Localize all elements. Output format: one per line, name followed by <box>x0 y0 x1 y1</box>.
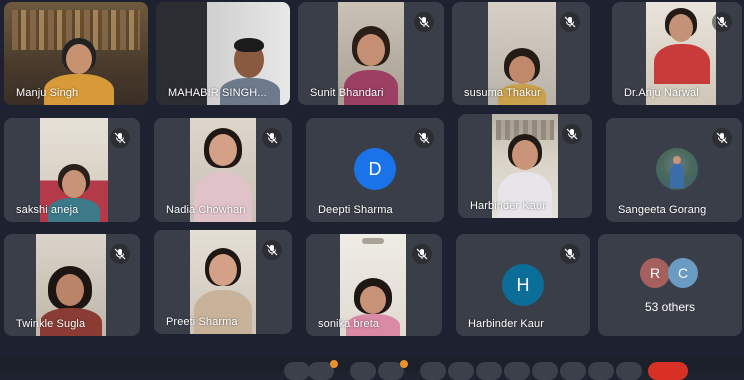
participant-tile[interactable]: susuma Thakur <box>452 2 590 105</box>
mic-off-icon <box>560 244 580 264</box>
participant-name: Harbinder Kaur <box>468 318 544 330</box>
participant-tile[interactable]: H Harbinder Kaur <box>456 234 590 336</box>
person-face <box>669 14 693 42</box>
participant-name: sonika breta <box>318 318 380 330</box>
mic-off-icon <box>562 124 582 144</box>
participant-name: MAHABIR SINGH... <box>168 87 267 99</box>
participant-name: sakshi aneja <box>16 204 79 216</box>
participant-tile[interactable]: Twinkle Sugla <box>4 234 140 336</box>
mic-off-icon <box>712 12 732 32</box>
mic-off-icon <box>262 240 282 260</box>
mic-off-icon <box>414 12 434 32</box>
participant-tile[interactable]: Harbinder Kaur <box>458 114 592 218</box>
toolbar-button[interactable] <box>476 362 502 380</box>
mic-off-icon <box>560 12 580 32</box>
toolbar-button[interactable] <box>448 362 474 380</box>
participant-name: Harbinder Kaur <box>470 200 546 212</box>
ceiling-fan <box>362 238 384 244</box>
toolbar-button[interactable] <box>420 362 446 380</box>
notification-dot-icon <box>400 360 408 368</box>
mic-off-icon <box>110 244 130 264</box>
participant-tile[interactable]: Sangeeta Gorang <box>606 118 742 222</box>
mic-off-icon <box>414 128 434 148</box>
toolbar-button[interactable] <box>616 362 642 380</box>
participant-avatar: D <box>354 148 396 190</box>
person-face <box>360 286 386 314</box>
participant-tile[interactable]: Manju Singh <box>4 2 148 105</box>
participant-avatar-photo <box>656 148 698 190</box>
others-avatar-r: R <box>640 258 670 288</box>
person-face <box>509 56 535 84</box>
toolbar-button[interactable] <box>504 362 530 380</box>
mic-off-icon <box>262 128 282 148</box>
toolbar-button[interactable] <box>350 362 376 380</box>
person-body <box>654 44 710 84</box>
others-count-label: 53 others <box>644 300 696 314</box>
participant-name: Manju Singh <box>16 87 79 99</box>
participant-tile[interactable]: MAHABIR SINGH... <box>156 2 290 105</box>
participant-name: Deepti Sharma <box>318 204 393 216</box>
person-face <box>66 44 92 74</box>
person-face <box>62 170 86 198</box>
participant-name: Preeti Sharma <box>166 316 238 328</box>
person-hair <box>234 38 264 52</box>
toolbar-button[interactable] <box>560 362 586 380</box>
participant-name: Nadia Chowhan <box>166 204 246 216</box>
participant-tile[interactable]: D Deepti Sharma <box>306 118 444 222</box>
participant-name: Sangeeta Gorang <box>618 204 707 216</box>
participant-name: Sunit Bhandari <box>310 87 384 99</box>
participant-name: susuma Thakur <box>464 87 541 99</box>
participant-tile[interactable]: Preeti Sharma <box>154 230 292 334</box>
toolbar-button[interactable] <box>588 362 614 380</box>
others-avatar-c: C <box>668 258 698 288</box>
person-face <box>209 254 237 286</box>
toolbar-button[interactable] <box>284 362 310 380</box>
person-face <box>56 274 84 306</box>
person-face <box>357 34 385 66</box>
participant-tile[interactable]: Sunit Bhandari <box>298 2 444 105</box>
end-call-button[interactable] <box>648 362 688 380</box>
participant-name: Twinkle Sugla <box>16 318 86 330</box>
participant-tile[interactable]: Dr.Anju Narwal <box>612 2 742 105</box>
mic-off-icon <box>110 128 130 148</box>
others-tile[interactable]: R C 53 others <box>598 234 742 336</box>
mic-off-icon <box>712 128 732 148</box>
notification-dot-icon <box>330 360 338 368</box>
participant-name: Dr.Anju Narwal <box>624 87 699 99</box>
participant-tile[interactable]: Nadia Chowhan <box>154 118 292 222</box>
participant-tile[interactable]: sakshi aneja <box>4 118 140 222</box>
meeting-grid: Manju Singh MAHABIR SINGH... Sunit Bhand… <box>0 0 744 380</box>
participant-avatar: H <box>502 264 544 306</box>
person-face <box>512 140 538 170</box>
person-face <box>209 134 237 166</box>
mic-off-icon <box>412 244 432 264</box>
participant-tile[interactable]: sonika breta <box>306 234 442 336</box>
toolbar-button[interactable] <box>532 362 558 380</box>
